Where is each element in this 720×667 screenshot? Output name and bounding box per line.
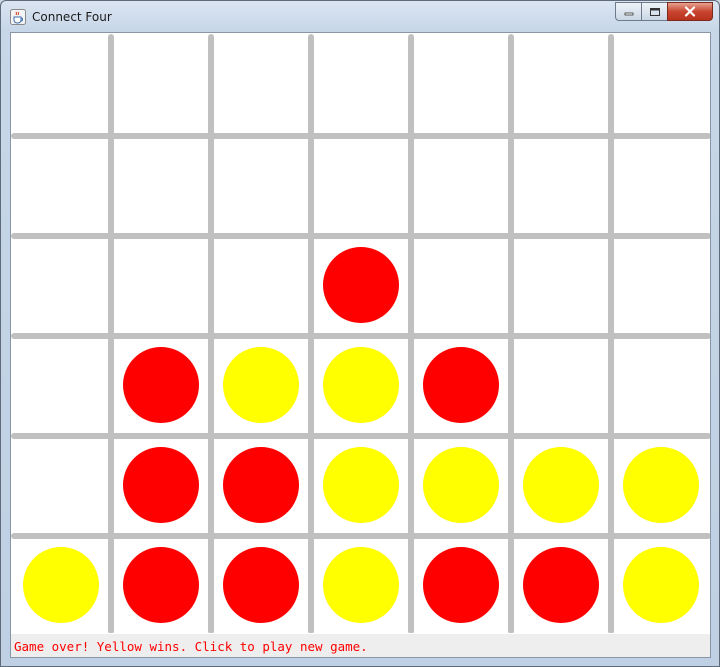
red-piece — [123, 447, 199, 523]
red-piece — [423, 547, 499, 623]
app-window: Connect Four Game over! Yellow wins. Cli… — [0, 0, 720, 667]
yellow-piece — [23, 547, 99, 623]
caption-buttons — [615, 2, 713, 22]
yellow-piece — [623, 447, 699, 523]
minimize-icon — [624, 12, 633, 15]
yellow-piece — [523, 447, 599, 523]
java-coffee-cup-icon — [10, 9, 26, 25]
red-piece — [223, 447, 299, 523]
maximize-icon — [649, 7, 660, 16]
status-bar: Game over! Yellow wins. Click to play ne… — [11, 634, 710, 657]
window-title: Connect Four — [32, 10, 112, 24]
red-piece — [223, 547, 299, 623]
red-piece — [323, 247, 399, 323]
yellow-piece — [223, 347, 299, 423]
game-board[interactable] — [11, 33, 710, 633]
game-panel: Game over! Yellow wins. Click to play ne… — [10, 32, 711, 658]
status-message: Game over! Yellow wins. Click to play ne… — [14, 639, 368, 654]
close-button[interactable] — [667, 2, 713, 21]
title-bar[interactable]: Connect Four — [1, 1, 719, 33]
maximize-button[interactable] — [641, 2, 667, 21]
yellow-piece — [323, 547, 399, 623]
yellow-piece — [323, 347, 399, 423]
close-icon — [684, 6, 696, 17]
red-piece — [123, 347, 199, 423]
yellow-piece — [323, 447, 399, 523]
red-piece — [523, 547, 599, 623]
yellow-piece — [423, 447, 499, 523]
minimize-button[interactable] — [615, 2, 641, 21]
yellow-piece — [623, 547, 699, 623]
red-piece — [423, 347, 499, 423]
red-piece — [123, 547, 199, 623]
